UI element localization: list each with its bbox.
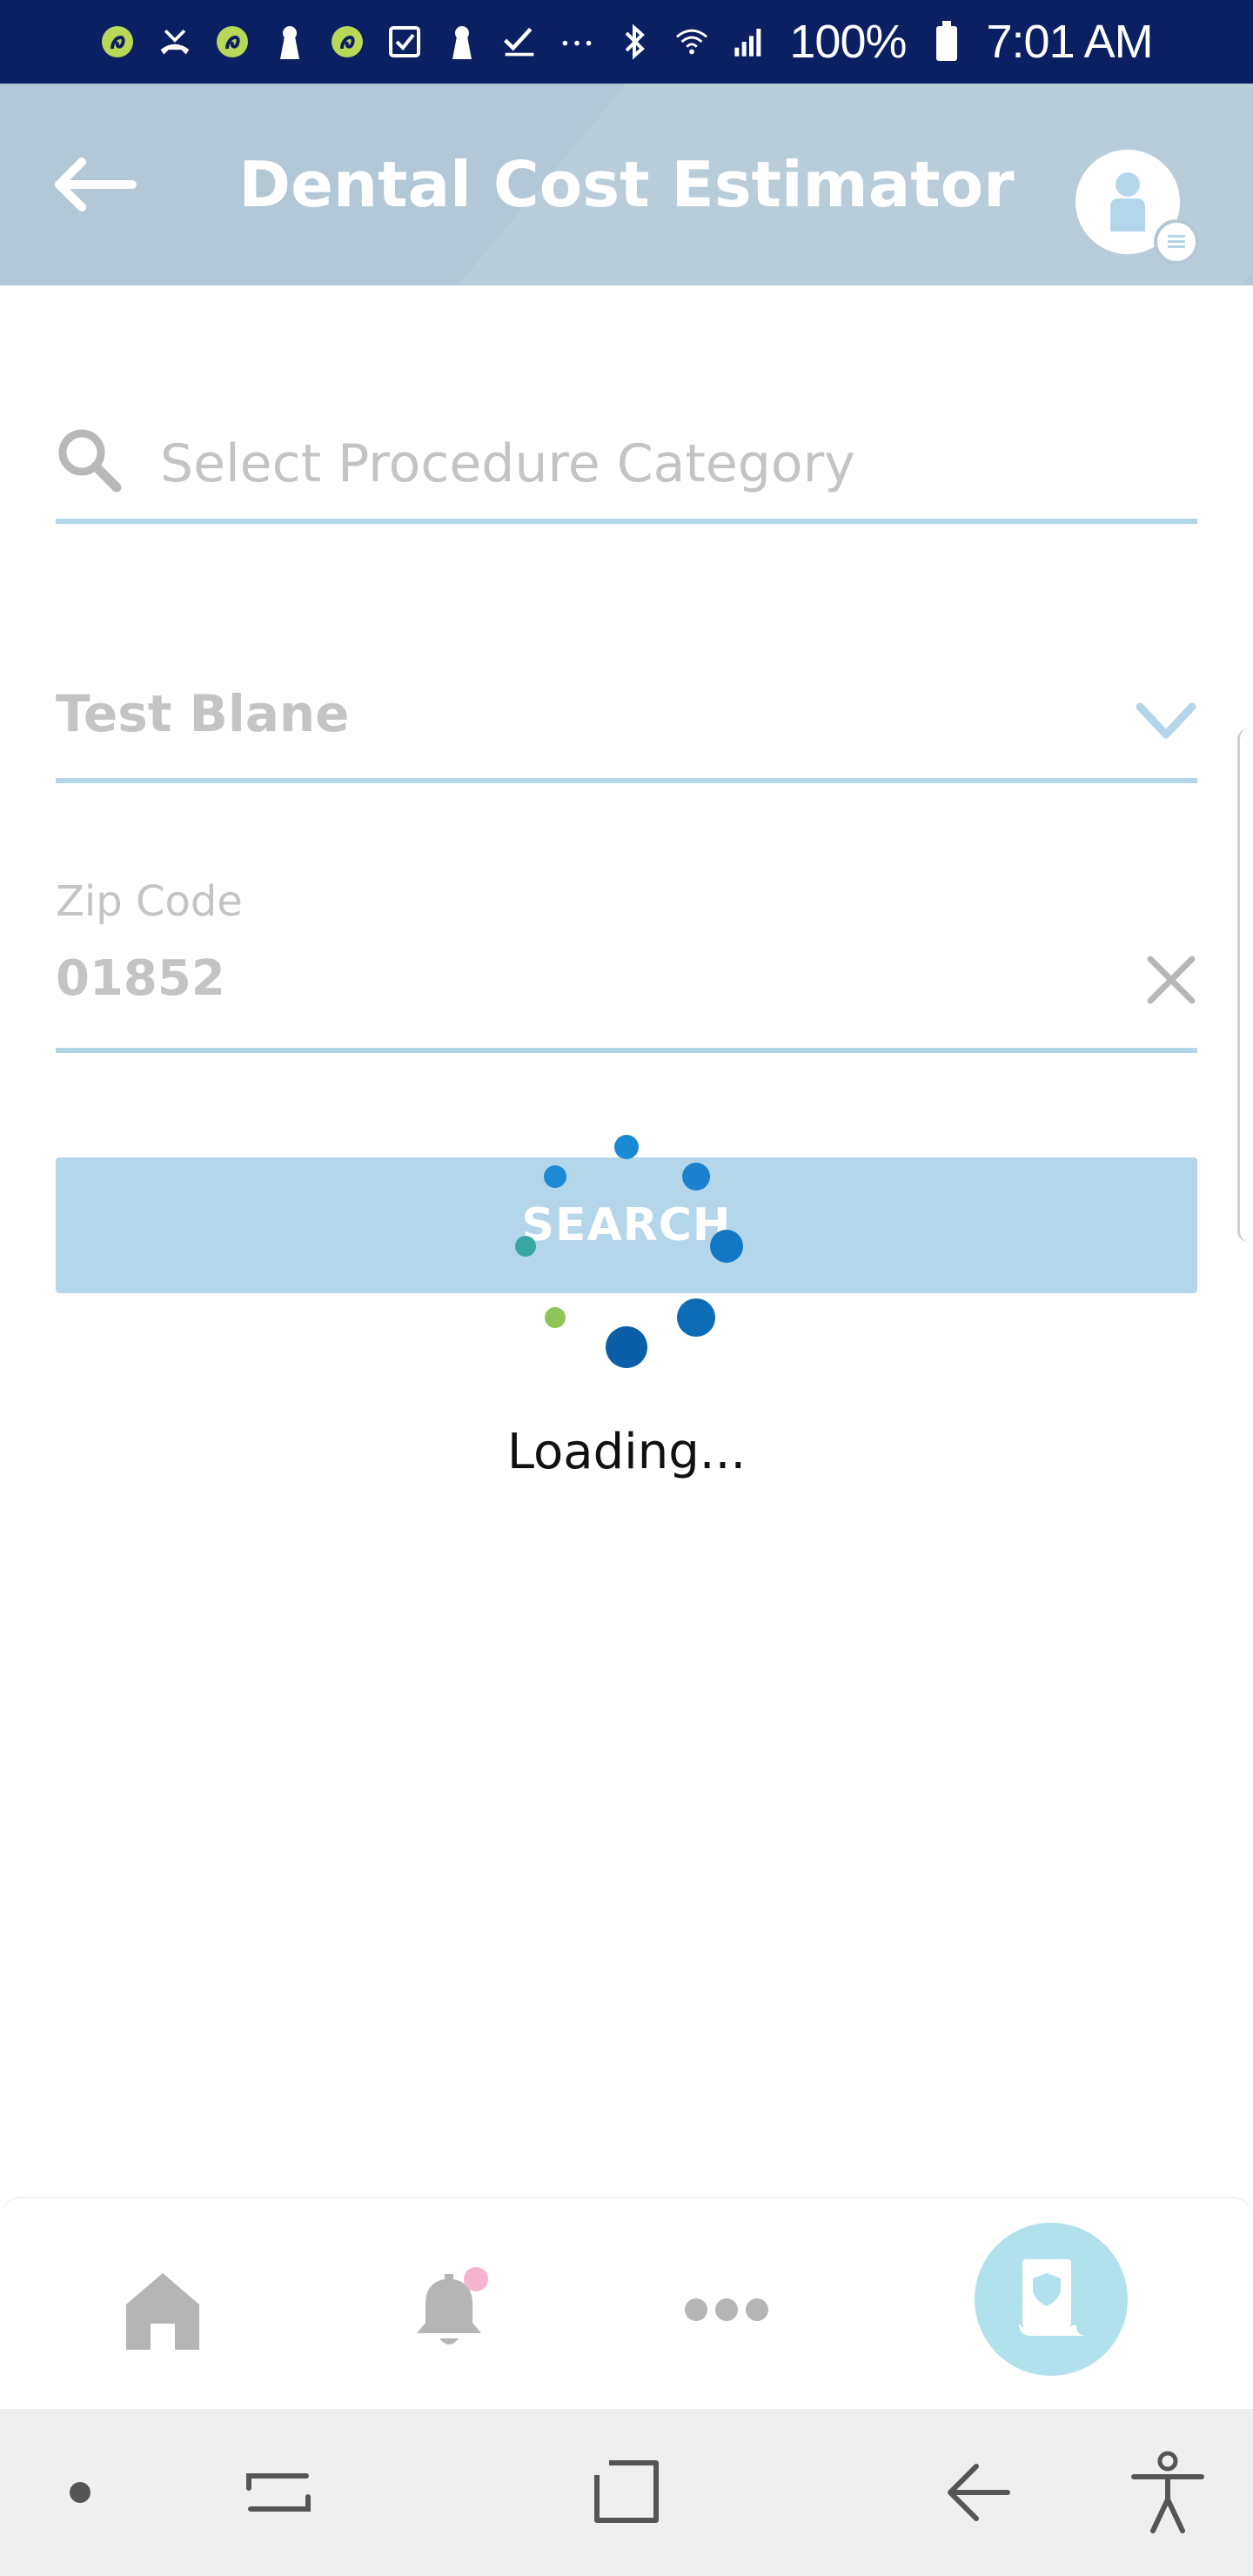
checkbox-icon: [387, 24, 422, 59]
keyhole-icon: [272, 24, 307, 59]
tab-dental-estimator[interactable]: [975, 2223, 1128, 2376]
spinner-dot: [614, 1135, 639, 1159]
tab-more[interactable]: [670, 2259, 783, 2364]
plan-select[interactable]: Test Blane: [56, 661, 1197, 783]
search-icon: [56, 426, 122, 493]
spinner-dot: [515, 1236, 536, 1257]
clear-icon[interactable]: [1145, 954, 1197, 1006]
loading-spinner: [505, 1123, 748, 1384]
back-arrow-icon[interactable]: [49, 150, 144, 219]
plan-select-value: Test Blane: [56, 684, 350, 743]
tab-home[interactable]: [113, 2259, 212, 2364]
back-icon[interactable]: [935, 2449, 1022, 2536]
notification-badge: [464, 2267, 488, 2291]
checkmark-icon: [502, 24, 537, 59]
more-icon: [683, 2297, 770, 2326]
spinner-dot: [545, 1307, 566, 1328]
spinner-dot: [682, 1163, 710, 1191]
spinner-dot: [710, 1230, 743, 1263]
spinner-dot: [677, 1298, 715, 1337]
more-dots-icon: [559, 24, 594, 59]
bell-icon: [401, 2262, 497, 2361]
home-icon: [121, 2268, 204, 2355]
recent-apps-icon[interactable]: [235, 2449, 322, 2536]
app-notification-icon: [215, 24, 250, 59]
procedure-search-input[interactable]: [160, 425, 1187, 503]
home-square-icon[interactable]: [583, 2449, 670, 2536]
procedure-search-field[interactable]: [56, 400, 1197, 524]
tab-notifications[interactable]: [397, 2259, 501, 2364]
side-drawer-handle[interactable]: [1237, 728, 1253, 1243]
app-notification-icon: [330, 24, 365, 59]
battery-icon: [929, 21, 964, 61]
battery-percent: 100%: [789, 16, 907, 68]
clock: 7:01 AM: [986, 16, 1154, 68]
status-bar: 100% 7:01 AM: [0, 0, 1253, 84]
spinner-dot: [606, 1326, 647, 1368]
app-notification-icon: [100, 24, 135, 59]
zip-code-field[interactable]: Zip Code 01852: [56, 870, 1197, 1053]
keyhole-icon: [445, 24, 479, 59]
signal-icon: [732, 24, 767, 59]
app-header: Dental Cost Estimator: [0, 84, 1253, 285]
bottom-tab-bar: [0, 2197, 1253, 2409]
missed-call-icon: [157, 24, 192, 59]
wifi-icon: [674, 24, 709, 59]
system-nav-bar: [0, 2409, 1253, 2576]
bluetooth-icon: [617, 23, 652, 60]
insurance-card-icon: [1012, 2256, 1090, 2343]
accessibility-icon[interactable]: [1124, 2449, 1211, 2536]
chevron-down-icon[interactable]: [1135, 700, 1197, 743]
spinner-dot: [544, 1165, 566, 1188]
page-title: Dental Cost Estimator: [238, 148, 1015, 221]
loading-text: Loading...: [506, 1424, 747, 1480]
zip-code-label: Zip Code: [56, 877, 243, 926]
menu-icon[interactable]: [1154, 219, 1199, 265]
dot-icon[interactable]: [37, 2449, 124, 2536]
zip-code-input[interactable]: 01852: [56, 950, 225, 1007]
